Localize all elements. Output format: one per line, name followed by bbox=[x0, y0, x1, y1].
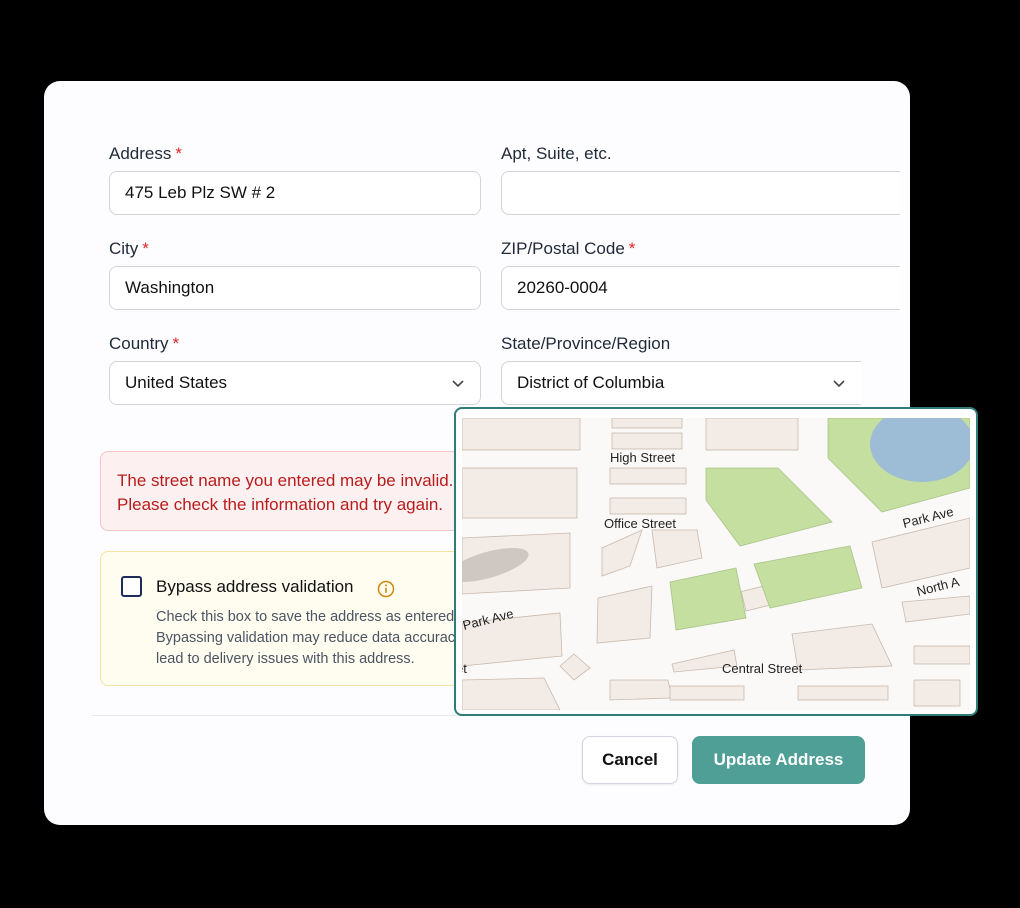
bypass-validation-checkbox[interactable] bbox=[121, 576, 142, 597]
state-label: State/Province/Region bbox=[501, 334, 671, 353]
required-marker: * bbox=[175, 144, 182, 163]
street-label: Central Street bbox=[722, 661, 803, 676]
cancel-button[interactable]: Cancel bbox=[582, 736, 678, 784]
zip-input[interactable]: 20260-0004 bbox=[501, 266, 900, 310]
street-label: et bbox=[462, 661, 467, 676]
required-marker: * bbox=[172, 334, 180, 353]
street-label: Office Street bbox=[604, 516, 676, 531]
update-address-button[interactable]: Update Address bbox=[692, 736, 865, 784]
apt-label: Apt, Suite, etc. bbox=[501, 144, 612, 163]
required-marker: * bbox=[142, 239, 149, 258]
address-label: Address * bbox=[109, 144, 182, 163]
bypass-validation-title: Bypass address validation bbox=[156, 577, 354, 596]
zip-label: ZIP/Postal Code * bbox=[501, 239, 636, 258]
city-input[interactable]: Washington bbox=[109, 266, 481, 310]
required-marker: * bbox=[628, 239, 636, 258]
chevron-down-icon bbox=[452, 380, 464, 388]
map-preview[interactable]: High Street Office Street Park Ave North… bbox=[454, 407, 978, 716]
info-icon[interactable] bbox=[377, 580, 395, 598]
country-select[interactable]: United States bbox=[109, 361, 481, 405]
street-map: High Street Office Street Park Ave North… bbox=[462, 418, 970, 710]
city-label: City * bbox=[109, 239, 149, 258]
state-select[interactable]: District of Columbia bbox=[501, 361, 861, 405]
error-message: The street name you entered may be inval… bbox=[117, 471, 454, 514]
country-label: Country * bbox=[109, 334, 180, 353]
chevron-down-icon bbox=[833, 380, 845, 388]
street-label: High Street bbox=[610, 450, 675, 465]
address-input[interactable]: 475 Leb Plz SW # 2 bbox=[109, 171, 481, 215]
apt-input[interactable] bbox=[501, 171, 900, 215]
